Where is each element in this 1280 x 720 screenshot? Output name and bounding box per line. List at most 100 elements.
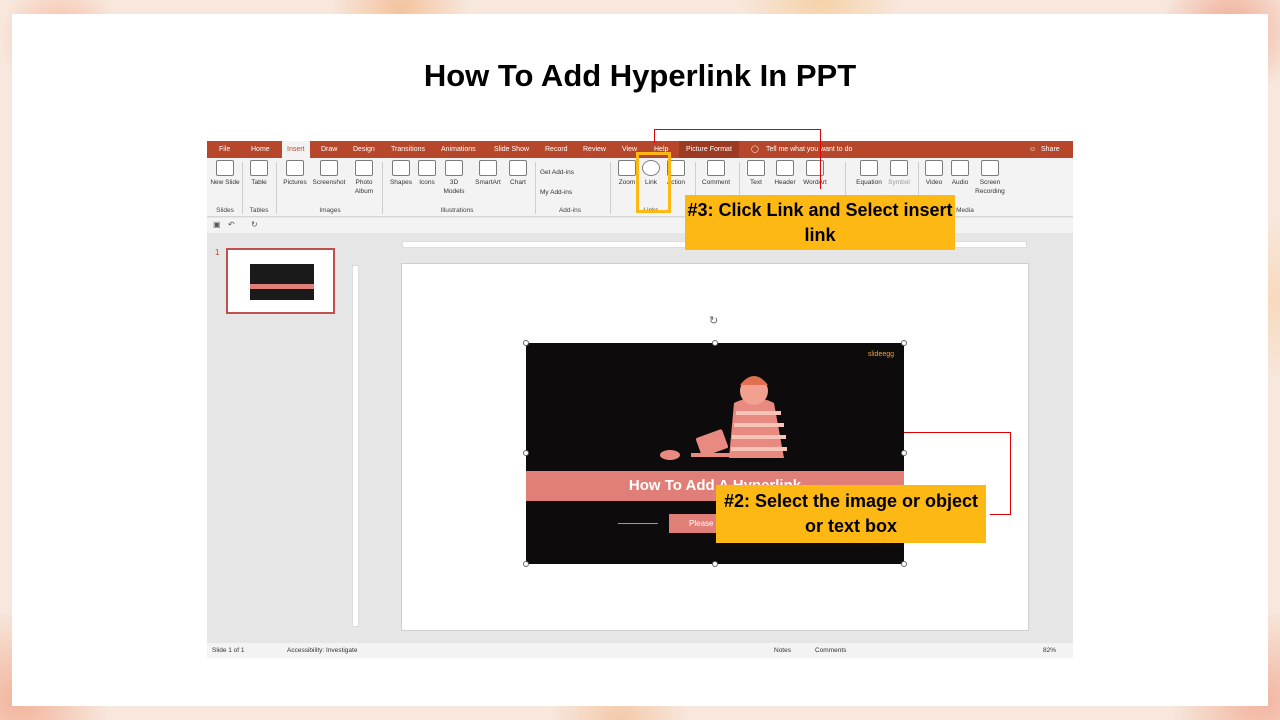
resize-handle[interactable] [523,561,529,567]
image-divider [618,523,658,524]
wordart-label: WordArt [803,179,827,186]
header-button[interactable]: Header [770,160,800,187]
tab-file[interactable]: File [219,141,230,158]
tab-picture-format[interactable]: Picture Format [679,141,739,158]
text-label: Text [750,179,762,186]
resize-handle[interactable] [712,561,718,567]
photo-album-icon [355,160,373,176]
save-icon[interactable]: ▣ [213,220,221,229]
screen-recording-label: Screen Recording [975,179,1005,195]
video-icon [925,160,943,176]
thumbnail-number: 1 [215,248,220,257]
pictures-button[interactable]: Pictures [280,160,310,187]
group-images-label: Images [319,207,341,214]
symbol-button[interactable]: Symbol [884,160,914,187]
leader-line [904,432,1011,433]
leader-line [990,514,1011,515]
screen-recording-button[interactable]: Screen Recording [973,160,1007,196]
vertical-ruler [352,265,359,627]
pi-icon [860,160,878,176]
icons-icon [418,160,436,176]
lightbulb-icon: ◯ [751,146,759,153]
ribbon-separator [535,162,536,214]
tab-animations[interactable]: Animations [441,141,476,158]
ribbon-separator [382,162,383,214]
3d-models-button[interactable]: 3D Models [439,160,469,196]
equation-label: Equation [856,179,882,186]
share-button[interactable]: Share [1041,141,1060,158]
leader-line [1010,432,1011,515]
tab-draw[interactable]: Draw [321,141,337,158]
resize-handle[interactable] [901,561,907,567]
resize-handle[interactable] [523,340,529,346]
leader-line [654,129,655,143]
screen-recording-icon [981,160,999,176]
slideegg-logo: slideegg [867,351,894,358]
cube-icon [445,160,463,176]
tab-home[interactable]: Home [251,141,270,158]
thumbnail-band [250,284,314,289]
tab-slide-show[interactable]: Slide Show [494,141,529,158]
smartart-button[interactable]: SmartArt [471,160,505,187]
screenshot-button[interactable]: Screenshot [311,160,347,187]
ribbon-separator [610,162,611,214]
notes-button[interactable]: Notes [774,643,791,658]
zoom-label: Zoom [618,179,636,186]
person-illustration [660,376,816,471]
resize-handle[interactable] [901,450,907,456]
photo-album-button[interactable]: Photo Album [349,160,379,196]
new-slide-icon [216,160,234,176]
audio-label: Audio [951,179,969,186]
screenshot-label: Screenshot [312,179,346,186]
tell-me-box[interactable]: Tell me what you want to do [766,141,852,158]
comment-button[interactable]: Comment [698,160,734,187]
comments-button[interactable]: Comments [815,643,846,658]
resize-handle[interactable] [712,340,718,346]
zoom-icon [618,160,636,176]
smartart-label: SmartArt [475,179,501,186]
my-addins-button[interactable]: My Add-ins [540,188,600,197]
text-button[interactable]: Text [741,160,771,187]
get-addins-button[interactable]: Get Add-ins [540,168,600,177]
resize-handle[interactable] [901,340,907,346]
table-label: Table [251,179,267,186]
table-button[interactable]: Table [244,160,274,187]
undo-icon[interactable]: ↶ [228,220,235,229]
tab-insert[interactable]: Insert [282,141,310,158]
page-title: How To Add Hyperlink In PPT [423,58,857,93]
accessibility-status[interactable]: Accessibility: Investigate [287,643,357,658]
icons-label: Icons [419,179,435,186]
omega-icon [890,160,908,176]
tab-review[interactable]: Review [583,141,606,158]
resize-handle[interactable] [523,450,529,456]
status-bar: Slide 1 of 1 Accessibility: Investigate … [207,643,1073,658]
tab-record[interactable]: Record [545,141,568,158]
text-box-icon [747,160,765,176]
pictures-icon [286,160,304,176]
wordart-button[interactable]: WordArt [800,160,830,187]
leader-line [820,129,821,189]
chart-button[interactable]: Chart [503,160,533,187]
share-icon: ☺ [1029,146,1037,153]
rotate-handle-icon[interactable]: ↻ [709,314,718,327]
group-media-label: Media [956,207,974,214]
zoom-level[interactable]: 82% [1043,643,1056,658]
tab-view[interactable]: View [622,141,637,158]
audio-button[interactable]: Audio [945,160,975,187]
header-label: Header [774,179,796,186]
slide-thumbnail[interactable] [226,248,335,314]
group-tables-label: Tables [249,207,269,214]
tab-design[interactable]: Design [353,141,375,158]
speaker-icon [951,160,969,176]
tab-transitions[interactable]: Transitions [391,141,425,158]
thumbnail-image [250,264,314,300]
photo-album-label: Photo Album [354,179,374,195]
pictures-label: Pictures [283,179,307,186]
equation-button[interactable]: Equation [852,160,886,187]
redo-icon[interactable]: ↻ [251,220,258,229]
new-slide-label: New Slide [210,179,240,186]
link-highlight-box [636,152,671,213]
icons-button[interactable]: Icons [412,160,442,187]
video-label: Video [925,179,943,186]
new-slide-button[interactable]: New Slide [210,160,240,187]
